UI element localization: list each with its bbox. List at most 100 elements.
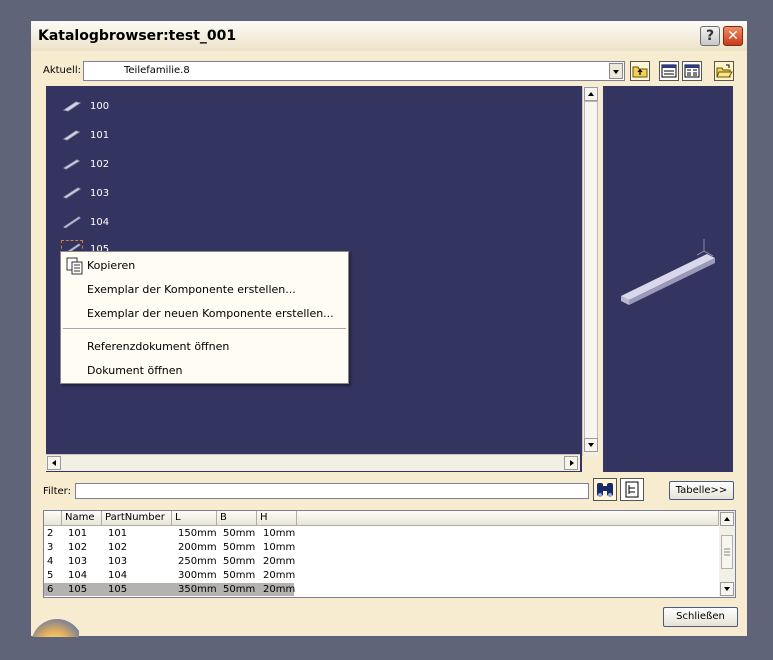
table-button[interactable]: Tabelle>> [669, 481, 734, 500]
cell-b: 50mm [223, 556, 256, 567]
row-index: 5 [47, 570, 54, 581]
column-header-name[interactable]: Name [62, 511, 102, 526]
cell-partnumber: 105 [108, 584, 128, 595]
table-row[interactable]: 4 103 103 250mm 50mm 20mm [44, 555, 296, 568]
catalog-item-label: 101 [90, 130, 110, 141]
part-3d-preview-graphic [621, 239, 715, 305]
context-menu: Kopieren Exemplar der Komponente erstell… [60, 251, 349, 384]
filter-label: Filter: [43, 486, 71, 497]
cell-b: 50mm [223, 542, 256, 553]
cell-partnumber: 101 [108, 528, 128, 539]
column-header-empty [297, 511, 719, 526]
cell-h: 10mm [263, 528, 296, 539]
binoculars-icon [597, 483, 613, 497]
cell-name: 102 [68, 542, 88, 553]
catalog-horizontal-scrollbar[interactable] [46, 454, 580, 471]
cell-h: 10mm [263, 542, 296, 553]
menu-item-create-new-instance[interactable]: Exemplar der neuen Komponente erstellen.… [87, 307, 334, 320]
catalog-item-label: 100 [90, 101, 110, 112]
scroll-thumb[interactable] [584, 101, 598, 441]
tree-filter-icon [625, 481, 639, 498]
window-title: Katalogbrowser:test_001 [38, 28, 237, 44]
column-header-l[interactable]: L [172, 511, 217, 526]
grip-icon [724, 548, 730, 556]
scroll-up-button[interactable] [584, 87, 598, 101]
menu-item-open-document[interactable]: Dokument öffnen [87, 364, 183, 377]
catalog-vertical-scrollbar[interactable] [582, 86, 599, 456]
current-path-combobox[interactable]: Teilefamilie.8 [83, 61, 625, 81]
column-header-h[interactable]: H [257, 511, 297, 526]
cell-name: 103 [68, 556, 88, 567]
close-window-button[interactable]: ✕ [723, 26, 743, 46]
scroll-right-button[interactable] [564, 456, 578, 470]
column-header-b[interactable]: B [217, 511, 257, 526]
scroll-down-button[interactable] [584, 438, 598, 452]
row-index: 4 [47, 556, 54, 567]
cell-l: 300mm [178, 570, 217, 581]
table-scroll-up-button[interactable] [720, 512, 734, 526]
help-button[interactable]: ? [700, 26, 720, 46]
scroll-left-button[interactable] [47, 456, 61, 470]
list-view-icon [661, 64, 677, 78]
copy-icon [66, 257, 83, 275]
cell-partnumber: 102 [108, 542, 128, 553]
row-index: 3 [47, 542, 54, 553]
menu-item-open-reference-document[interactable]: Referenzdokument öffnen [87, 340, 229, 353]
catia-logo [31, 611, 79, 637]
cell-name: 101 [68, 528, 88, 539]
catalog-item-label: 103 [90, 188, 110, 199]
open-catalog-button[interactable] [714, 61, 734, 81]
table-row-selected[interactable]: 6 105 105 350mm 50mm 20mm [44, 583, 296, 596]
cell-partnumber: 104 [108, 570, 128, 581]
cell-partnumber: 103 [108, 556, 128, 567]
close-button[interactable]: Schließen [663, 607, 738, 627]
cell-b: 50mm [223, 570, 256, 581]
table-vertical-scrollbar[interactable] [719, 511, 735, 597]
cell-l: 150mm [178, 528, 217, 539]
menu-item-create-instance[interactable]: Exemplar der Komponente erstellen... [87, 283, 296, 296]
column-header-partnumber[interactable]: PartNumber [102, 511, 172, 526]
details-view-button[interactable] [682, 61, 702, 81]
filter-input[interactable] [75, 483, 589, 499]
cell-name: 105 [68, 584, 88, 595]
table-row[interactable]: 2 101 101 150mm 50mm 10mm [44, 527, 296, 540]
menu-separator [63, 328, 346, 330]
current-label: Aktuell: [43, 65, 81, 76]
catalog-item-label: 104 [90, 217, 110, 228]
part-preview [603, 86, 733, 472]
parent-folder-button[interactable] [630, 61, 650, 81]
cell-h: 20mm [263, 584, 296, 595]
title-bar[interactable]: Katalogbrowser:test_001 ? ✕ [31, 21, 747, 51]
cell-h: 20mm [263, 570, 296, 581]
part-icon [63, 216, 81, 228]
cell-b: 50mm [223, 528, 256, 539]
cell-name: 104 [68, 570, 88, 581]
filter-options-button[interactable] [620, 478, 644, 501]
row-index: 6 [47, 584, 54, 595]
search-button[interactable] [593, 478, 617, 501]
part-icon [63, 101, 81, 112]
cell-h: 20mm [263, 556, 296, 567]
table-corner [44, 511, 62, 526]
sphere-logo-icon [32, 619, 79, 637]
current-path-value: Teilefamilie.8 [124, 65, 190, 76]
table-scroll-thumb[interactable] [721, 535, 733, 569]
parts-table: Name PartNumber L B H 2 101 101 150mm 50… [43, 510, 736, 598]
table-row[interactable]: 3 102 102 200mm 50mm 10mm [44, 541, 296, 554]
table-row[interactable]: 5 104 104 300mm 50mm 20mm [44, 569, 296, 582]
part-icon [63, 130, 81, 141]
folder-up-icon [632, 66, 648, 78]
cell-l: 200mm [178, 542, 217, 553]
list-view-button[interactable] [659, 61, 679, 81]
row-index: 2 [47, 528, 54, 539]
part-icon [63, 159, 81, 170]
cell-b: 50mm [223, 584, 256, 595]
cell-l: 350mm [178, 584, 217, 595]
dropdown-arrow-icon[interactable] [609, 63, 623, 79]
menu-item-copy[interactable]: Kopieren [87, 259, 135, 272]
catalog-item-label: 102 [90, 159, 110, 170]
table-scroll-down-button[interactable] [720, 582, 734, 596]
details-view-icon [684, 64, 700, 78]
open-folder-icon [716, 64, 733, 78]
part-icon [63, 187, 81, 199]
